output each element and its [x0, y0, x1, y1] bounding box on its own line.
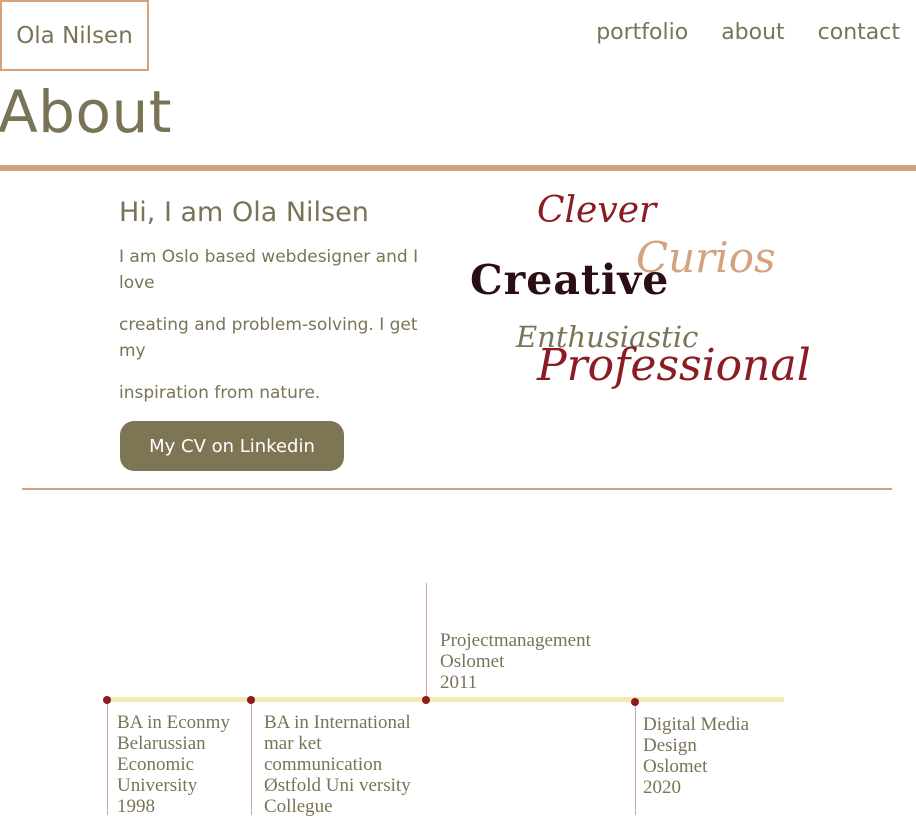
nav-contact-link[interactable]: contact: [818, 20, 900, 45]
section-divider: [22, 488, 892, 490]
timeline-stem: [426, 583, 427, 698]
timeline-dot: [247, 696, 255, 704]
word-creative: Creative: [470, 256, 670, 304]
timeline-entry-projectmanagement: Projectmanagement Oslomet 2011: [440, 630, 591, 693]
timeline-stem: [251, 702, 252, 815]
timeline-dot: [631, 698, 639, 706]
timeline-entry-digital-media: Digital Media Design Oslomet 2020: [643, 714, 750, 798]
timeline-dot: [103, 696, 111, 704]
site-logo[interactable]: Ola Nilsen: [0, 0, 149, 71]
word-clever: Clever: [537, 190, 657, 231]
main-nav: portfolio about contact: [563, 20, 900, 45]
word-professional: Professional: [537, 340, 811, 391]
header-divider: [0, 165, 916, 171]
bio-line-3: inspiration from nature.: [119, 383, 321, 403]
bio-line-1: I am Oslo based webdesigner and I love: [119, 247, 419, 293]
linkedin-cv-button[interactable]: My CV on Linkedin: [120, 421, 344, 471]
timeline-entry-ba-international: BA in International mar ket communicatio…: [264, 712, 411, 817]
nav-about-link[interactable]: about: [721, 20, 784, 45]
greeting-heading: Hi, I am Ola Nilsen: [119, 197, 369, 228]
nav-portfolio-link[interactable]: portfolio: [596, 20, 688, 45]
page-title: About: [0, 78, 172, 146]
bio-line-2: creating and problem-solving. I get my: [119, 315, 418, 361]
timeline-line: [106, 697, 784, 702]
timeline-stem: [107, 702, 108, 815]
timeline-dot: [422, 696, 430, 704]
timeline-entry-ba-economy: BA in Econmy Belarussian Economic Univer…: [117, 712, 230, 817]
timeline-stem: [635, 702, 636, 815]
